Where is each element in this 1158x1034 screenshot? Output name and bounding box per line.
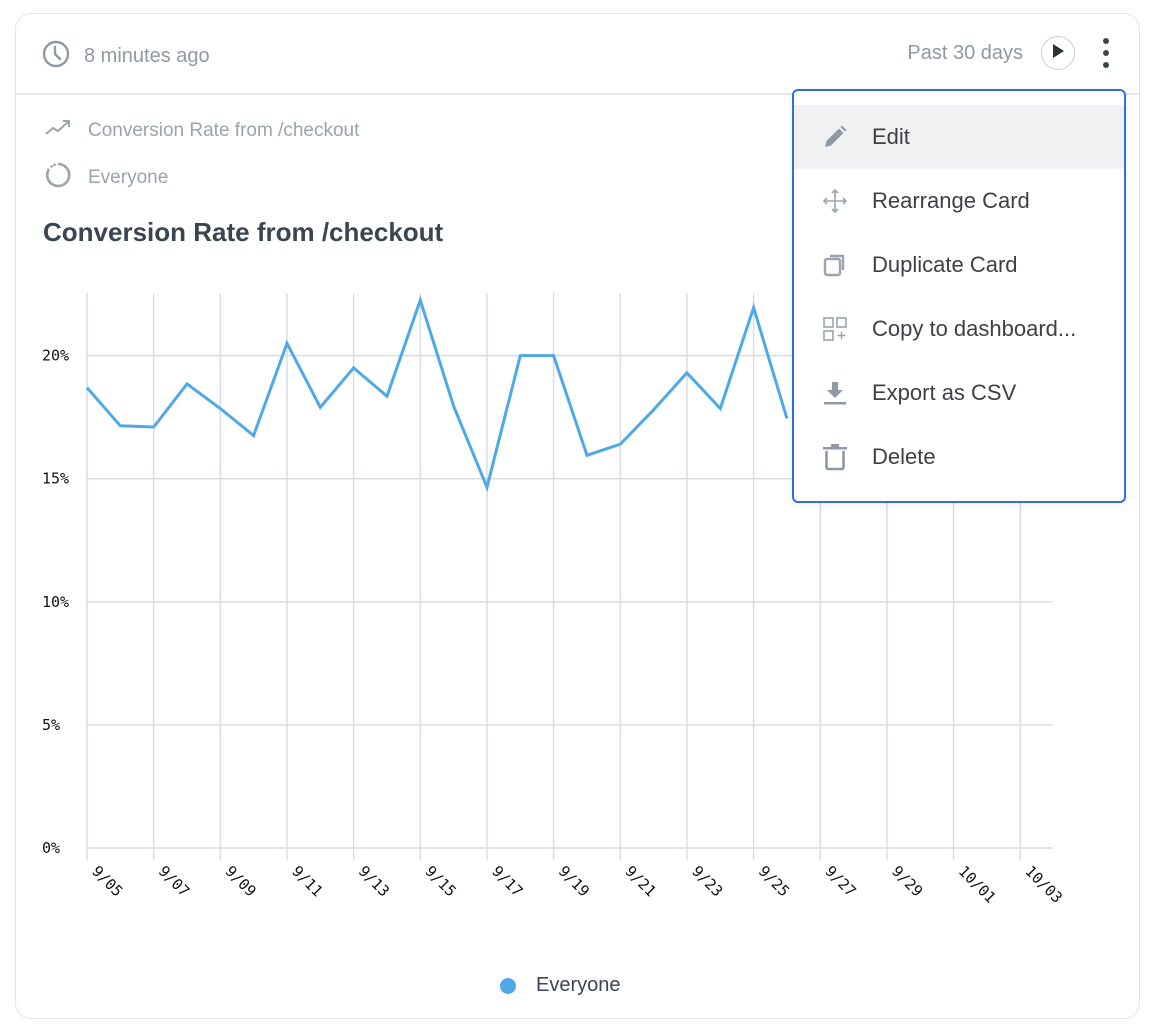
add-to-dashboard-icon [820, 314, 850, 344]
card-options-menu: Edit Rearrange Card Duplicate Card Copy to … [792, 89, 1126, 503]
menu-item-label: Duplicate Card [872, 252, 1018, 277]
x-tick-label: 9/17 [488, 862, 526, 900]
move-arrows-icon [820, 186, 850, 216]
data-point[interactable] [151, 424, 157, 430]
menu-item-label: Copy to dashboard... [872, 316, 1077, 341]
menu-item-label: Export as CSV [872, 380, 1017, 405]
menu-item-edit[interactable]: Edit [794, 105, 1124, 169]
data-point[interactable] [284, 340, 290, 346]
menu-item-export-as-csv[interactable]: Export as CSV [794, 361, 1124, 425]
x-tick-label: 9/23 [688, 862, 726, 900]
x-tick-label: 9/27 [821, 862, 859, 900]
x-tick-label: 10/03 [1021, 862, 1066, 907]
data-point[interactable] [651, 407, 657, 413]
menu-item-label: Delete [872, 444, 936, 469]
data-point[interactable] [451, 403, 457, 409]
data-point[interactable] [617, 441, 623, 447]
data-point[interactable] [584, 452, 590, 458]
menu-item-label: Edit [872, 124, 910, 149]
x-tick-label: 9/09 [221, 862, 259, 900]
y-tick-label: 15% [42, 470, 69, 488]
data-point[interactable] [184, 381, 190, 387]
data-point[interactable] [784, 415, 790, 421]
menu-item-copy-to-dashboard[interactable]: Copy to dashboard... [794, 297, 1124, 361]
menu-item-duplicate-card[interactable]: Duplicate Card [794, 233, 1124, 297]
data-point[interactable] [751, 305, 757, 311]
data-point[interactable] [251, 433, 257, 439]
duplicate-icon [820, 250, 850, 280]
x-tick-label: 9/15 [421, 862, 459, 900]
data-point[interactable] [517, 353, 523, 359]
y-tick-label: 0% [42, 839, 60, 857]
x-tick-label: 9/19 [555, 862, 593, 900]
pencil-icon [820, 122, 850, 152]
x-tick-label: 10/01 [955, 862, 1000, 907]
data-point[interactable] [717, 406, 723, 412]
menu-item-delete[interactable]: Delete [794, 425, 1124, 489]
data-point[interactable] [417, 297, 423, 303]
menu-item-label: Rearrange Card [872, 188, 1030, 213]
data-point[interactable] [484, 484, 490, 490]
series-line-everyone[interactable] [85, 295, 789, 493]
x-tick-label: 9/21 [621, 862, 659, 900]
data-point[interactable] [351, 365, 357, 371]
menu-item-rearrange-card[interactable]: Rearrange Card [794, 169, 1124, 233]
data-point[interactable] [551, 353, 557, 359]
data-point[interactable] [384, 393, 390, 399]
download-icon [820, 378, 850, 408]
x-tick-label: 9/11 [288, 862, 326, 900]
data-point[interactable] [84, 385, 90, 391]
data-point[interactable] [217, 406, 223, 412]
y-tick-label: 5% [42, 716, 60, 734]
trash-icon [820, 442, 850, 472]
x-tick-label: 9/29 [888, 862, 926, 900]
data-point[interactable] [684, 370, 690, 376]
x-tick-label: 9/13 [355, 862, 393, 900]
y-tick-label: 20% [42, 347, 69, 365]
data-point[interactable] [317, 404, 323, 410]
x-tick-label: 9/25 [755, 862, 793, 900]
x-tick-label: 9/05 [88, 862, 126, 900]
y-tick-label: 10% [42, 593, 69, 611]
x-tick-label: 9/07 [155, 862, 193, 900]
data-point[interactable] [117, 423, 123, 429]
